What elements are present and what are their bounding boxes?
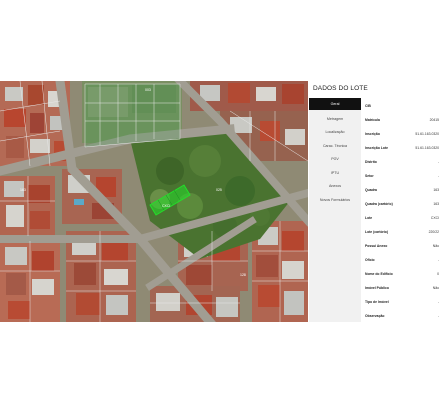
field-label: CIB (365, 104, 371, 108)
field-value: 51.61.163.0320 (415, 146, 439, 150)
lot-label: 025 (216, 188, 222, 192)
tab-metragem[interactable]: Metragem (309, 113, 361, 125)
tab-carac-tecnica[interactable]: Carac. Técnica (309, 140, 361, 152)
tab-geral[interactable]: Geral (309, 98, 361, 110)
field-inscricao: Inscrição 51.61.163.0320 (362, 129, 439, 139)
field-lote: Lote CXCI (362, 213, 439, 223)
field-label: Observação (365, 314, 385, 318)
tab-list: Geral Metragem Localização Carac. Técnic… (309, 98, 361, 322)
field-label: Lote (365, 216, 373, 220)
field-oficio: Oficio - (362, 255, 439, 265)
field-inscricao-lote: Inscrição Lote 51.61.163.0320 (362, 143, 439, 153)
lot-label: 003 (145, 88, 151, 92)
field-label: Inscrição (365, 132, 380, 136)
field-nome-edificio: Nome do Edifício 0 (362, 269, 439, 279)
field-lote-cartorio: Lote (cartório) 220/22 (362, 227, 439, 237)
field-label: Tipo de Imóvel (365, 300, 389, 304)
field-value: 163 (433, 188, 439, 192)
field-label: Nome do Edifício (365, 272, 393, 276)
lot-label: CXCI (162, 204, 170, 208)
field-value: CXCI (430, 216, 439, 220)
field-label: Matrícula (365, 118, 380, 122)
tab-localizacao[interactable]: Localização (309, 126, 361, 138)
field-value: 51.61.163.0320 (415, 132, 439, 136)
lot-label: 163 (20, 188, 26, 192)
tab-anexos[interactable]: Anexos (309, 180, 361, 192)
field-tipo-imovel: Tipo de Imóvel - (362, 297, 439, 307)
field-value: Não (432, 244, 439, 248)
field-value: 20415 (429, 118, 439, 122)
blank-area (0, 322, 439, 404)
field-label: Setor (365, 174, 374, 178)
field-value: 220/22 (428, 230, 439, 234)
panel-title: DADOS DO LOTE (313, 85, 368, 92)
tab-iptu[interactable]: IPTU (309, 167, 361, 179)
field-value: Não (432, 286, 439, 290)
field-label: Quadra (365, 188, 377, 192)
lot-data-panel: DADOS DO LOTE Geral Metragem Localização… (308, 81, 439, 322)
tab-pgv[interactable]: PGV (309, 153, 361, 165)
field-label: Quadra (cartório) (365, 202, 393, 206)
field-quadra-cartorio: Quadra (cartório) 163 (362, 199, 439, 209)
lot-label: 128 (240, 273, 246, 277)
field-imovel-publico: Imóvel Público Não (362, 283, 439, 293)
field-label: Inscrição Lote (365, 146, 388, 150)
field-value: 163 (433, 202, 439, 206)
field-cib: CIB (362, 101, 439, 111)
field-label: Oficio (365, 258, 375, 262)
field-label: Possui Anexo (365, 244, 388, 248)
field-label: Imóvel Público (365, 286, 389, 290)
field-observacao: Observação - (362, 311, 439, 321)
field-matricula: Matrícula 20415 (362, 115, 439, 125)
field-label: Lote (cartório) (365, 230, 388, 234)
field-label: Distrito (365, 160, 377, 164)
field-distrito: Distrito - (362, 157, 439, 167)
field-setor: Setor - (362, 171, 439, 181)
map-view[interactable]: 003 025 163 128 CXCI (0, 81, 308, 322)
lot-fields: CIB Matrícula 20415 Inscrição 51.61.163.… (362, 98, 439, 322)
field-possui-anexo: Possui Anexo Não (362, 241, 439, 251)
tab-novos-formularios[interactable]: Novos Formulários (309, 194, 361, 206)
field-quadra: Quadra 163 (362, 185, 439, 195)
